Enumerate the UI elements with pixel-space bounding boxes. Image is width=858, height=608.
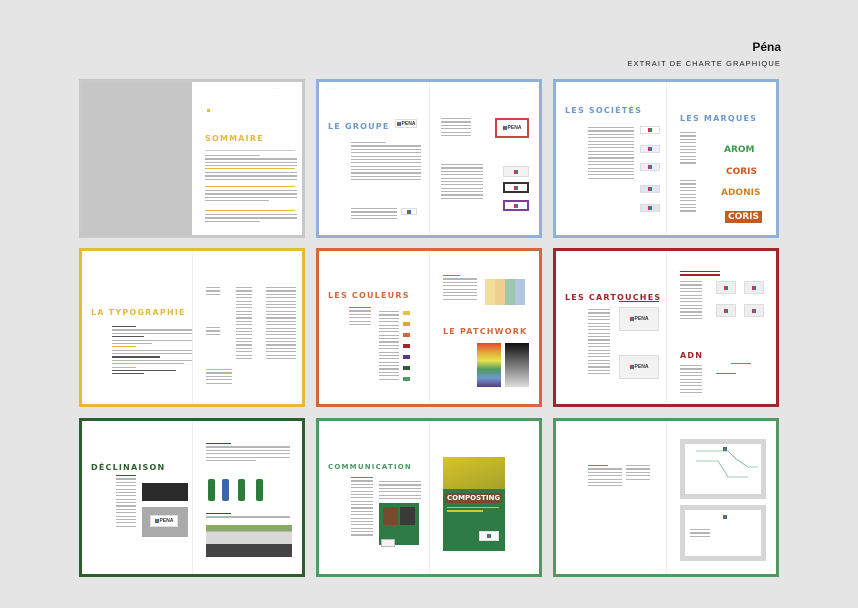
brand-adonis: ADONIS: [721, 188, 761, 198]
page-thumbnail-les-cartouches[interactable]: LES CARTOUCHES PENA PENA ADN: [553, 248, 779, 407]
page-title: LA TYPOGRAPHIE: [91, 308, 186, 317]
page-title-2: LES MARQUES: [680, 114, 758, 123]
poster-title: COMPOSTING: [445, 493, 503, 503]
page-title: LES SOCIÉTÉS: [565, 106, 643, 115]
page-title: LES COULEURS: [328, 291, 410, 300]
document-subtitle: EXTRAIT DE CHARTE GRAPHIQUE: [627, 59, 781, 68]
page-thumbnail-les-couleurs[interactable]: LES COULEURS LE PATCHWORK: [316, 248, 542, 407]
page-title-2: LE PATCHWORK: [443, 327, 528, 336]
page-thumbnail-communication[interactable]: COMMUNICATION COMPOSTING: [316, 418, 542, 577]
annotation-lines: [696, 450, 758, 478]
page-thumbnail-le-groupe[interactable]: · · · · · · · · LE GROUPE PENA PENA: [316, 79, 542, 238]
page-title: LE GROUPE: [328, 122, 390, 131]
page-title: DÉCLINAISON: [91, 463, 166, 472]
page-thumbnail-sommaire[interactable]: · · · · SOMMAIRE: [79, 79, 305, 238]
page-thumbnail-la-typographie[interactable]: LA TYPOGRAPHIE: [79, 248, 305, 407]
brand-title: Péna: [752, 40, 781, 54]
page-thumbnail-documents[interactable]: [553, 418, 779, 577]
page-title: SOMMAIRE: [205, 134, 264, 143]
brand-coris-alt: CORIS: [725, 211, 763, 223]
page-thumbnail-declinaison[interactable]: DÉCLINAISON PENA: [79, 418, 305, 577]
page-title: COMMUNICATION: [328, 463, 412, 471]
page-thumbnail-les-societes[interactable]: LES SOCIÉTÉS LES MARQUES AROM CORIS ADON…: [553, 79, 779, 238]
brand-coris: CORIS: [726, 167, 758, 177]
brand-arom: AROM: [724, 145, 755, 155]
page-title-2: ADN: [680, 351, 704, 360]
